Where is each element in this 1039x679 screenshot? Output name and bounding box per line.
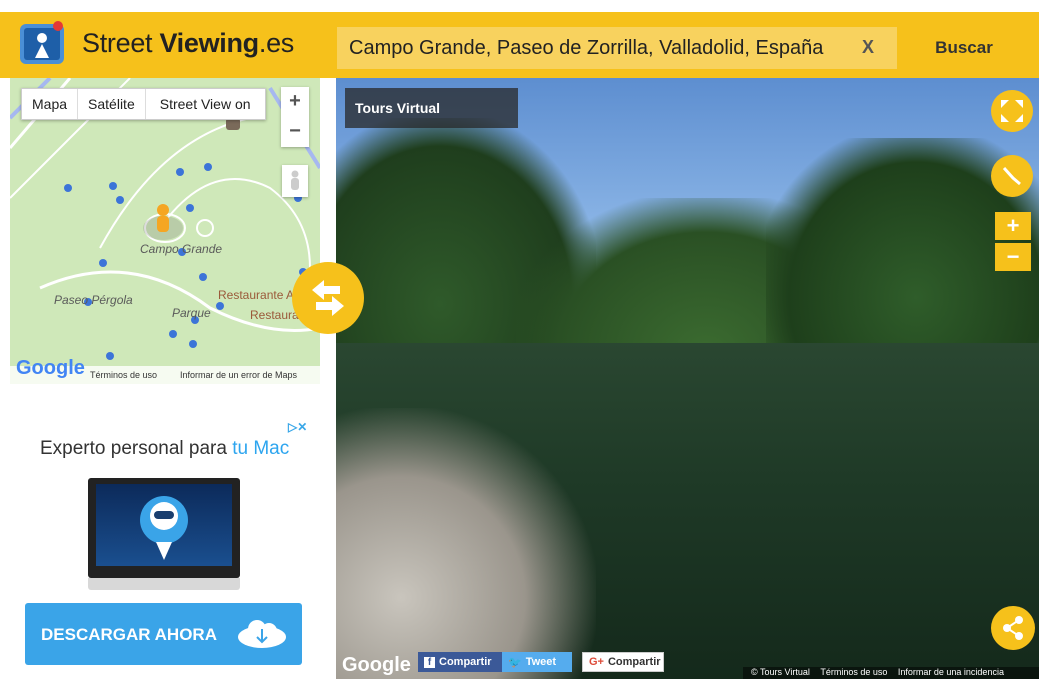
ad-title-accent: tu Mac: [232, 438, 290, 459]
street-view-panorama[interactable]: [336, 78, 1039, 679]
ad-download-button[interactable]: DESCARGAR AHORA: [25, 603, 302, 665]
map-terms-link[interactable]: Términos de uso: [90, 370, 157, 380]
pano-google-logo[interactable]: Google: [342, 654, 411, 677]
logo-icon[interactable]: [18, 18, 70, 70]
google-plus-icon: G+: [589, 656, 604, 668]
facebook-share-button[interactable]: f Compartir: [418, 652, 512, 672]
search-input[interactable]: [337, 27, 857, 69]
search-bar: X: [337, 27, 897, 69]
pano-zoom-out-button[interactable]: −: [995, 243, 1031, 271]
logo-text-regular: Street: [82, 28, 160, 58]
logo-text[interactable]: Street Viewing.es: [82, 28, 294, 59]
map-type-selector: Mapa Satélite Street View on: [21, 88, 266, 120]
map-report-link[interactable]: Informar de un error de Maps: [180, 370, 297, 380]
search-button[interactable]: Buscar: [898, 27, 1030, 69]
map-type-mapa[interactable]: Mapa: [22, 89, 79, 119]
navigation-arrows-icon[interactable]: [292, 262, 364, 334]
fullscreen-icon[interactable]: [991, 90, 1033, 132]
map-label-paseo-pergola: Paseo Pérgola: [54, 293, 133, 307]
facebook-share-label: Compartir: [439, 656, 492, 668]
google-logo[interactable]: Google: [16, 357, 85, 380]
google-plus-share-button[interactable]: G+ Compartir: [582, 652, 664, 672]
pano-title: Tours Virtual: [345, 88, 518, 128]
ad-choices-icon[interactable]: ▷✕: [288, 420, 307, 434]
pano-footer: © Tours Virtual Términos de uso Informar…: [743, 667, 1039, 679]
google-plus-share-label: Compartir: [607, 656, 661, 668]
pano-terms-link[interactable]: Términos de uso: [820, 667, 887, 677]
map-label-campo-grande: Campo Grande: [140, 242, 223, 256]
clear-search-button[interactable]: X: [862, 37, 874, 58]
pano-copyright: © Tours Virtual: [751, 667, 810, 677]
map-zoom-in-button[interactable]: +: [281, 87, 309, 117]
map-zoom-control: + −: [281, 87, 309, 147]
map-zoom-out-button[interactable]: −: [281, 117, 309, 147]
twitter-share-label: Tweet: [525, 656, 557, 668]
pegman-icon[interactable]: [282, 165, 308, 197]
twitter-share-button[interactable]: 🐦 Tweet: [502, 652, 572, 672]
map-streets: [10, 78, 320, 360]
twitter-icon: 🐦: [508, 656, 522, 669]
map-label-parque: Parque: [172, 306, 211, 320]
ad-title: Experto personal para tu Mac: [40, 438, 289, 460]
ad-monitor-screen: [96, 484, 232, 566]
compass-icon[interactable]: [991, 155, 1033, 197]
logo-text-bold: Viewing: [159, 28, 259, 58]
ad-title-plain: Experto personal para: [40, 438, 233, 459]
cloud-download-icon: [238, 620, 286, 648]
mini-map[interactable]: Campo Grande Paseo Pérgola Parque Restau…: [10, 78, 320, 384]
pano-report-link[interactable]: Informar de una incidencia: [898, 667, 1004, 677]
pano-zoom-control: + −: [995, 212, 1031, 272]
share-icon[interactable]: [991, 606, 1035, 650]
pano-zoom-in-button[interactable]: +: [995, 212, 1031, 240]
pano-rocks: [336, 408, 596, 679]
street-view-toggle[interactable]: Street View on: [146, 89, 265, 119]
ad-monitor-stand: [88, 578, 240, 590]
robot-icon: [140, 496, 188, 560]
facebook-icon: f: [424, 656, 435, 668]
logo-text-suffix: .es: [258, 28, 294, 58]
ad-download-label: DESCARGAR AHORA: [41, 625, 217, 644]
map-type-satelite[interactable]: Satélite: [78, 89, 146, 119]
